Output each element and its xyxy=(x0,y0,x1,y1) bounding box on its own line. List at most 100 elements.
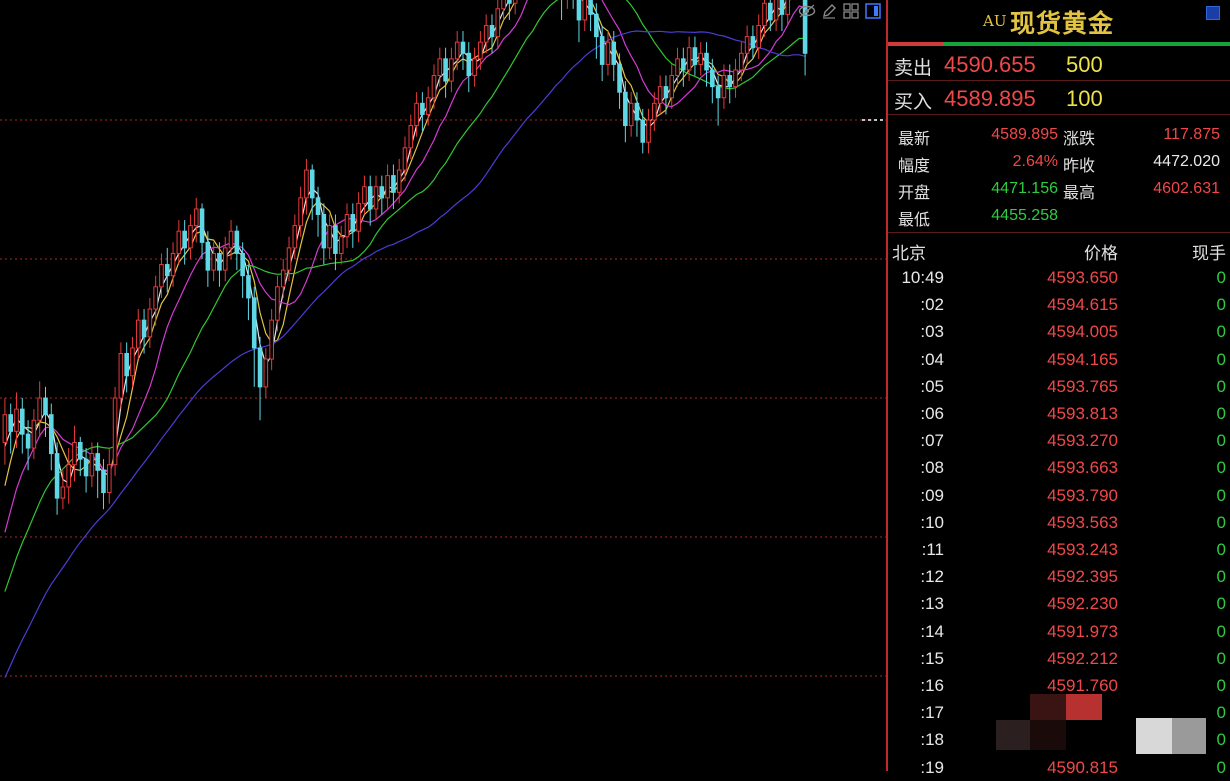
candle-body xyxy=(431,75,437,99)
candle-body xyxy=(298,197,303,227)
candle-body xyxy=(768,2,773,21)
candle-body xyxy=(779,0,785,15)
candle-body xyxy=(449,58,454,82)
tick-row[interactable]: :10 4593.563 0 xyxy=(888,509,1230,536)
tick-price: 4594.165 xyxy=(1047,349,1118,369)
moving-average-line xyxy=(4,0,806,592)
stat-low-label: 最低 xyxy=(898,210,931,229)
candle-body xyxy=(89,453,95,477)
candle-body xyxy=(420,102,425,115)
candle-body xyxy=(599,36,605,65)
candle-body xyxy=(130,347,135,377)
buy-price: 4589.895 xyxy=(944,86,1036,111)
panel-menu-icon[interactable] xyxy=(1206,6,1220,20)
sell-price: 4590.655 xyxy=(944,52,1036,77)
obscured-block xyxy=(1030,720,1066,750)
tick-qty: 0 xyxy=(1216,540,1226,559)
tick-qty: 0 xyxy=(1216,621,1226,641)
candle-body xyxy=(217,252,222,271)
tick-qty: 0 xyxy=(1216,594,1226,614)
tick-row[interactable]: :12 4592.395 0 xyxy=(888,563,1230,590)
quote-stats: 最新 4589.895 涨跌 117.875 幅度 2.64% 昨收 4472.… xyxy=(888,121,1230,229)
tick-qty: 0 xyxy=(1216,349,1226,369)
tick-row[interactable]: :08 4593.663 0 xyxy=(888,454,1230,481)
tick-row[interactable]: :04 4594.165 0 xyxy=(888,346,1230,373)
candle-body xyxy=(576,0,582,21)
candle-body xyxy=(159,264,164,288)
pencil-icon[interactable] xyxy=(820,2,838,20)
tick-row[interactable]: :13 4592.230 0 xyxy=(888,590,1230,617)
candle-body xyxy=(153,286,158,310)
candle-body xyxy=(663,86,669,99)
tick-time: :17 xyxy=(920,703,944,723)
candle-body xyxy=(199,208,205,243)
tick-row[interactable]: :05 4593.765 0 xyxy=(888,373,1230,400)
tick-row[interactable]: :09 4593.790 0 xyxy=(888,482,1230,509)
tick-time: :09 xyxy=(920,485,944,505)
candle-body xyxy=(228,230,234,249)
tick-qty: 0 xyxy=(1216,757,1226,777)
candle-body xyxy=(304,169,309,199)
candle-body xyxy=(101,469,106,494)
tick-row[interactable]: 10:49 4593.650 0 xyxy=(888,264,1230,291)
candle-body xyxy=(385,175,390,199)
tick-price: 4593.663 xyxy=(1047,458,1118,478)
candle-body xyxy=(669,75,675,99)
buy-label: 买入 xyxy=(894,91,933,113)
buy-row: 买入 4589.895 100 xyxy=(888,82,1230,115)
tick-time: :10 xyxy=(920,512,944,532)
candle-body xyxy=(605,41,611,65)
tick-time: :05 xyxy=(920,376,944,396)
candlestick-chart[interactable]: 4600.8804601.800 xyxy=(0,0,886,771)
candle-body xyxy=(60,486,66,499)
candle-body xyxy=(611,41,617,65)
candle-body xyxy=(25,433,31,449)
tick-price: 4593.790 xyxy=(1047,485,1118,505)
candle-body xyxy=(246,275,251,299)
candle-body xyxy=(286,247,292,271)
obscured-block xyxy=(996,720,1030,750)
candle-body xyxy=(280,269,286,288)
candle-body xyxy=(408,125,414,149)
tick-row[interactable]: :02 4594.615 0 xyxy=(888,291,1230,318)
tick-price: 4590.815 xyxy=(1047,757,1118,777)
bid-ask-ratio-bar xyxy=(888,42,1230,46)
instrument-name: 现货黄金 xyxy=(1010,9,1115,38)
tick-row[interactable]: :03 4594.005 0 xyxy=(888,318,1230,345)
tick-qty: 0 xyxy=(1216,295,1226,315)
tick-price: 4593.243 xyxy=(1047,540,1118,559)
tick-row[interactable]: :06 4593.813 0 xyxy=(888,400,1230,427)
stat-latest-label: 最新 xyxy=(898,129,931,148)
candle-body xyxy=(48,414,54,455)
col-time-header: 北京 xyxy=(892,244,926,264)
grid-icon[interactable] xyxy=(842,2,860,20)
candle-body xyxy=(95,453,100,471)
tick-time: :19 xyxy=(920,757,944,777)
tick-row[interactable]: :15 4592.212 0 xyxy=(888,645,1230,672)
tick-row[interactable]: :19 4590.815 0 xyxy=(888,754,1230,781)
tick-qty: 0 xyxy=(1216,458,1226,478)
eye-icon[interactable] xyxy=(798,2,816,20)
candle-body xyxy=(83,458,89,477)
candle-body xyxy=(118,353,124,399)
tick-qty: 0 xyxy=(1216,431,1226,451)
tick-row[interactable]: :11 4593.243 0 xyxy=(888,536,1230,563)
candle-body xyxy=(762,2,767,26)
candle-body xyxy=(704,52,709,71)
kline-chart-pane[interactable]: 4600.8804601.800 xyxy=(0,0,886,771)
panel-toggle-icon[interactable] xyxy=(864,2,882,20)
buy-volume: 100 xyxy=(1066,86,1103,111)
chart-toolbar xyxy=(798,2,882,20)
tick-time: :11 xyxy=(921,540,944,559)
tick-time: :07 xyxy=(920,431,944,451)
candle-body xyxy=(681,58,686,71)
tick-table-header: 北京 价格 现手 xyxy=(888,236,1230,264)
candle-body xyxy=(19,408,25,435)
tick-price: 4593.270 xyxy=(1047,431,1118,451)
tick-time: :02 xyxy=(920,295,944,315)
tick-row[interactable]: :07 4593.270 0 xyxy=(888,427,1230,454)
candle-body xyxy=(379,186,385,199)
tick-row[interactable]: :14 4591.973 0 xyxy=(888,618,1230,645)
tick-price: 4591.760 xyxy=(1047,676,1118,695)
bid-ask-ratio-fill xyxy=(888,42,943,46)
